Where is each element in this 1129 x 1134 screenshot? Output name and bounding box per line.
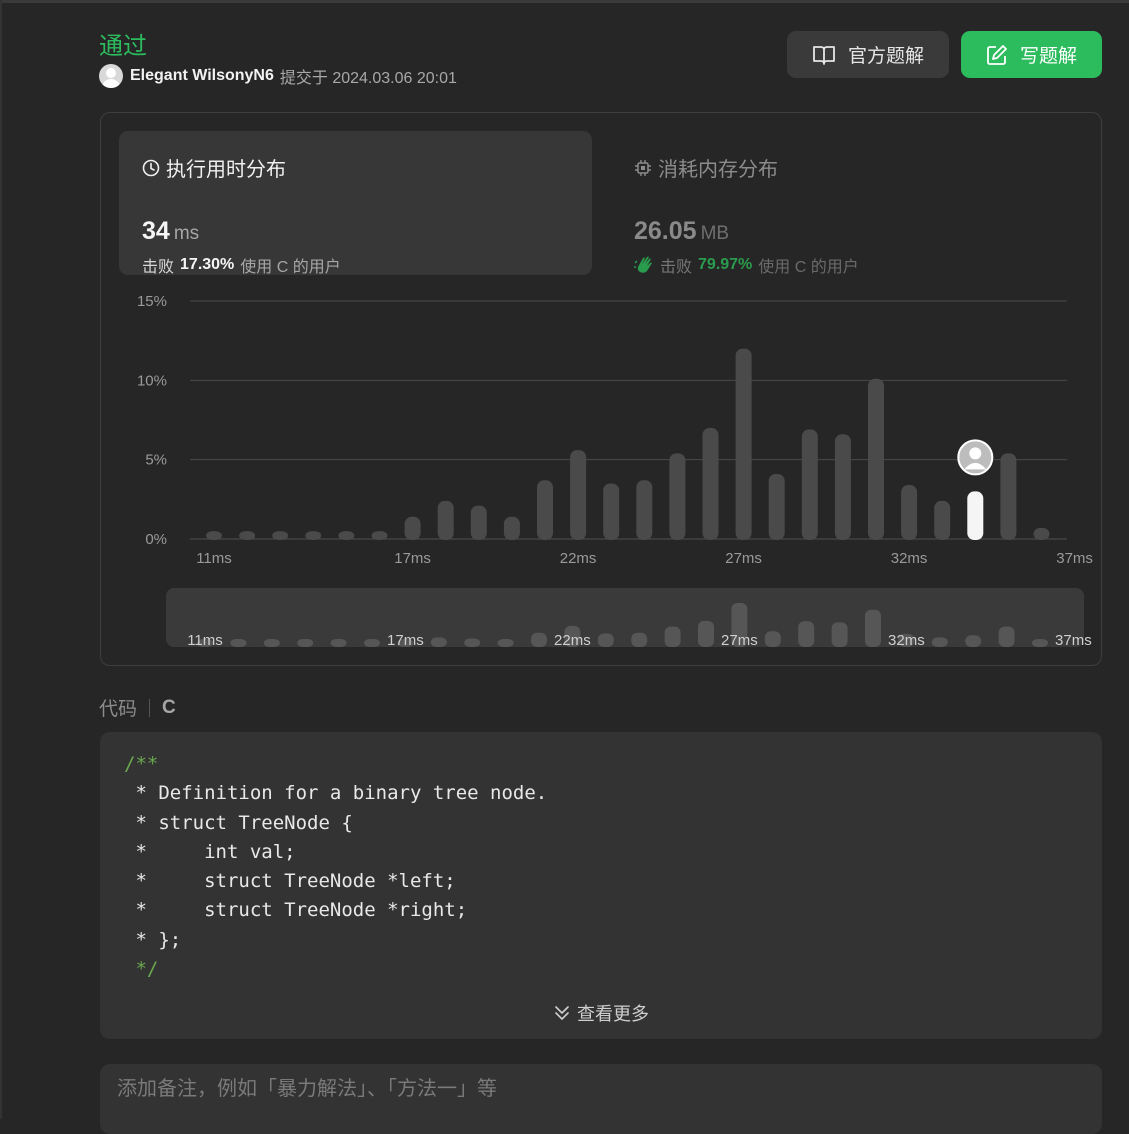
y-tick-label: 15% — [137, 293, 167, 310]
chart-bar — [636, 480, 653, 540]
chart-bar — [206, 531, 222, 540]
chart-bar — [503, 516, 520, 540]
overview-bar — [364, 639, 380, 647]
overview-bar — [998, 626, 1015, 647]
overview-tick-label: 37ms — [1055, 632, 1092, 649]
overview-bar — [297, 639, 314, 647]
runtime-distribution-chart[interactable]: 0% 5% 10% 15% 11ms 17ms 22ms 27ms 32ms 37ms 11ms 17… — [101, 113, 1101, 665]
chart-bar — [669, 453, 686, 540]
overview-bar — [965, 635, 982, 647]
chart-bar — [570, 450, 587, 540]
overview-tick-label: 32ms — [888, 632, 925, 649]
overview-bar — [263, 639, 280, 647]
y-tick-label: 5% — [145, 452, 167, 469]
overview-bar — [464, 638, 481, 647]
book-icon — [813, 45, 835, 65]
code-block[interactable]: /** * Definition for a binary tree node.… — [100, 732, 1102, 1039]
overview-bar — [865, 609, 881, 647]
chart-bar — [305, 531, 322, 540]
overview-bar — [664, 626, 681, 647]
double-chevron-down-icon — [555, 1006, 569, 1020]
chart-bar — [735, 348, 752, 540]
note-input[interactable] — [117, 1078, 1017, 1101]
overview-bar — [330, 639, 347, 647]
chart-bar — [272, 531, 289, 540]
overview-bar — [1032, 639, 1048, 647]
x-tick-label: 11ms — [196, 550, 232, 567]
chart-bar — [239, 531, 256, 540]
overview-tick-label: 11ms — [187, 632, 223, 649]
submission-status: 通过 — [99, 33, 147, 60]
note-box[interactable] — [100, 1064, 1102, 1134]
performance-panel: 执行用时分布 34 ms 击败 17.30% 使用 C 的用户 消耗内存分布 26… — [100, 112, 1102, 666]
overview-bar — [631, 632, 648, 647]
chart-bar — [967, 491, 984, 540]
chart-bar — [1000, 453, 1017, 540]
overview-bar — [531, 632, 547, 647]
x-tick-label: 37ms — [1056, 550, 1093, 567]
code-header: 代码 C — [99, 694, 176, 721]
code-content: /** * Definition for a binary tree node.… — [124, 753, 548, 981]
chart-bar — [768, 473, 785, 540]
chart-bar — [404, 516, 421, 540]
overview-bar — [831, 622, 848, 647]
chart-bar — [901, 485, 918, 540]
chart-bar — [338, 531, 355, 540]
overview-bar — [764, 631, 781, 647]
overview-tick-label: 22ms — [554, 632, 591, 649]
x-tick-label: 17ms — [394, 550, 431, 567]
x-tick-label: 22ms — [560, 550, 597, 567]
overview-bar — [497, 639, 514, 647]
chart-bar — [834, 434, 851, 540]
username-link[interactable]: Elegant WilsonyN6 — [130, 67, 274, 85]
overview-tick-label: 27ms — [721, 632, 758, 649]
chart-bar — [702, 427, 719, 540]
official-solution-button[interactable]: 官方题解 — [787, 31, 949, 78]
show-more-label: 查看更多 — [577, 1004, 649, 1024]
chart-bar — [437, 500, 454, 540]
code-label-divider — [149, 698, 151, 717]
official-solution-label: 官方题解 — [847, 46, 924, 67]
edit-icon — [987, 44, 1007, 65]
write-solution-button[interactable]: 写题解 — [961, 31, 1102, 78]
chart-bar — [470, 505, 487, 540]
x-tick-label: 32ms — [891, 550, 928, 567]
user-avatar[interactable] — [99, 64, 123, 88]
chart-bar — [801, 429, 818, 540]
chart-bar — [868, 378, 884, 540]
overview-bar — [230, 639, 247, 647]
y-tick-label: 0% — [145, 531, 167, 548]
chart-bar — [537, 480, 553, 540]
x-tick-label: 27ms — [725, 550, 762, 567]
overview-bar — [798, 621, 815, 647]
y-tick-label: 10% — [137, 372, 167, 389]
chart-bar — [1033, 527, 1050, 540]
highlight-avatar-head — [969, 447, 982, 460]
chart-bar — [603, 483, 620, 540]
overview-tick-label: 17ms — [387, 632, 424, 649]
submission-meta: Elegant WilsonyN6 提交于 2024.03.06 20:01 — [99, 64, 457, 88]
code-label: 代码 — [99, 699, 138, 720]
left-border — [0, 0, 2, 1119]
top-border — [0, 0, 1129, 3]
write-solution-label: 写题解 — [1019, 46, 1077, 67]
overview-bar — [698, 620, 714, 647]
code-language: C — [162, 696, 176, 718]
overview-brush — [166, 588, 1084, 647]
show-more-button[interactable]: 查看更多 — [100, 1000, 1102, 1026]
chart-bar — [371, 531, 388, 540]
overview-bar — [597, 633, 614, 647]
overview-bar — [430, 637, 447, 647]
chart-bar — [934, 500, 951, 540]
submitted-time: 提交于 2024.03.06 20:01 — [279, 70, 457, 87]
overview-bar — [931, 637, 948, 647]
